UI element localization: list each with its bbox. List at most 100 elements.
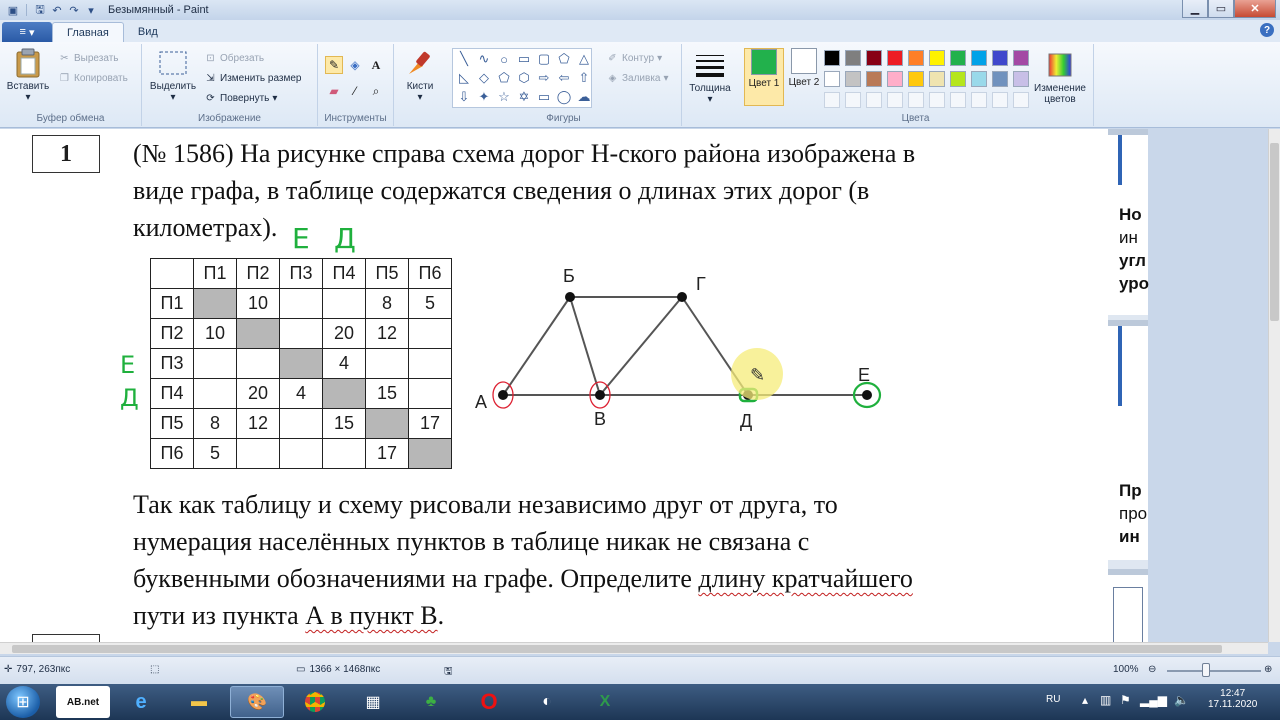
custom-color-slot[interactable] xyxy=(992,92,1008,108)
scroll-thumb[interactable] xyxy=(1270,143,1279,321)
excel-app[interactable]: X xyxy=(578,686,632,718)
palette-swatch[interactable] xyxy=(929,71,945,87)
callout-cloud-shape-icon[interactable]: ☁ xyxy=(574,88,594,106)
zoom-slider-thumb[interactable] xyxy=(1202,663,1211,677)
pencil-icon[interactable]: ✎ xyxy=(325,56,343,74)
brushes-button[interactable]: Кисти ▾ xyxy=(398,48,442,103)
maximize-button[interactable]: ▭ xyxy=(1208,0,1234,18)
undo-icon[interactable]: ↶ xyxy=(50,3,64,17)
fill-icon[interactable]: ◈ xyxy=(346,56,364,74)
rounded-rectangle-shape-icon[interactable]: ▢ xyxy=(534,50,554,68)
triangle-shape-icon[interactable]: △ xyxy=(574,50,594,68)
select-button[interactable]: Выделить ▾ xyxy=(148,48,198,103)
palette-swatch[interactable] xyxy=(992,50,1008,66)
star6-shape-icon[interactable]: ✡ xyxy=(514,88,534,106)
magnifier-icon[interactable]: ⌕ xyxy=(367,82,385,100)
size-button[interactable]: Толщина ▾ xyxy=(686,50,734,105)
clock[interactable]: 12:47 17.11.2020 xyxy=(1208,688,1257,710)
game-app[interactable]: ♣ xyxy=(404,686,458,718)
arrow-right-shape-icon[interactable]: ⇨ xyxy=(534,69,554,87)
resize-button[interactable]: ⇲ Изменить размер xyxy=(204,72,301,85)
minimize-button[interactable]: ▁ xyxy=(1182,0,1208,18)
scroll-thumb[interactable] xyxy=(12,645,1222,653)
opera-app[interactable]: O xyxy=(462,686,516,718)
paint-app[interactable]: 🎨 xyxy=(230,686,284,718)
calculator-app[interactable]: ▦ xyxy=(346,686,400,718)
palette-swatch[interactable] xyxy=(929,50,945,66)
canvas-page[interactable]: 1 (№ 1586) На рисунке справа схема дорог… xyxy=(0,129,1108,642)
canvas-area[interactable]: 1 (№ 1586) На рисунке справа схема дорог… xyxy=(0,129,1268,642)
start-button[interactable]: ⊞ xyxy=(6,686,40,718)
arrow-down-shape-icon[interactable]: ⇩ xyxy=(454,88,474,106)
palette-swatch[interactable] xyxy=(845,50,861,66)
palette-swatch[interactable] xyxy=(971,71,987,87)
palette-swatch[interactable] xyxy=(824,50,840,66)
custom-color-slot[interactable] xyxy=(1013,92,1029,108)
callout-oval-shape-icon[interactable]: ◯ xyxy=(554,88,574,106)
save-icon[interactable]: 🖫 xyxy=(33,3,47,17)
outline-button[interactable]: ✐ Контур ▾ xyxy=(606,52,662,65)
palette-swatch[interactable] xyxy=(866,71,882,87)
palette-swatch[interactable] xyxy=(824,71,840,87)
palette-swatch[interactable] xyxy=(887,71,903,87)
palette-swatch[interactable] xyxy=(908,50,924,66)
callout-rect-shape-icon[interactable]: ▭ xyxy=(534,88,554,106)
zoom-slider-track[interactable] xyxy=(1167,670,1261,672)
star5-shape-icon[interactable]: ☆ xyxy=(494,88,514,106)
eraser-icon[interactable]: ▰ xyxy=(325,82,343,100)
paint-menu-button[interactable]: ≡ ▾ xyxy=(2,22,52,42)
rectangle-shape-icon[interactable]: ▭ xyxy=(514,50,534,68)
rotate-button[interactable]: ⟳ Повернуть ▾ xyxy=(204,92,277,105)
right-triangle-shape-icon[interactable]: ◺ xyxy=(454,69,474,87)
paint-app-icon[interactable]: ▣ xyxy=(6,3,20,17)
vertical-scrollbar[interactable] xyxy=(1268,129,1280,642)
text-tool-icon[interactable]: A xyxy=(367,56,385,74)
arrow-left-shape-icon[interactable]: ⇦ xyxy=(554,69,574,87)
zoom-out-button[interactable]: ⊖ xyxy=(1148,664,1156,675)
oval-shape-icon[interactable]: ○ xyxy=(494,50,514,68)
pentagon-shape-icon[interactable]: ⬠ xyxy=(494,69,514,87)
palette-swatch[interactable] xyxy=(950,50,966,66)
custom-color-slot[interactable] xyxy=(845,92,861,108)
copy-button[interactable]: ❐ Копировать xyxy=(58,72,128,85)
signal-icon[interactable]: ▂▄▆ xyxy=(1140,693,1167,707)
arrow-up-shape-icon[interactable]: ⇧ xyxy=(574,69,594,87)
edit-colors-button[interactable]: Изменение цветов xyxy=(1028,50,1092,105)
crop-button[interactable]: ⊡ Обрезать xyxy=(204,52,264,65)
curve-shape-icon[interactable]: ∿ xyxy=(474,50,494,68)
custom-color-slot[interactable] xyxy=(866,92,882,108)
ie-app[interactable]: e xyxy=(114,686,168,718)
color-picker-icon[interactable]: ⁄ xyxy=(346,82,364,100)
diamond-shape-icon[interactable]: ◇ xyxy=(474,69,494,87)
show-hidden-icons[interactable]: ▴ xyxy=(1082,693,1088,707)
language-indicator[interactable]: RU xyxy=(1046,694,1060,705)
color2-button[interactable]: Цвет 2 xyxy=(784,48,824,106)
customize-qat-icon[interactable]: ▾ xyxy=(84,3,98,17)
palette-swatch[interactable] xyxy=(992,71,1008,87)
palette-swatch[interactable] xyxy=(971,50,987,66)
hexagon-shape-icon[interactable]: ⬡ xyxy=(514,69,534,87)
polygon-shape-icon[interactable]: ⬠ xyxy=(554,50,574,68)
close-button[interactable]: ✕ xyxy=(1234,0,1276,18)
cut-button[interactable]: ✂ Вырезать xyxy=(58,52,118,65)
color1-button[interactable]: Цвет 1 xyxy=(744,48,784,106)
palette-swatch[interactable] xyxy=(908,71,924,87)
star4-shape-icon[interactable]: ✦ xyxy=(474,88,494,106)
pascal-app[interactable]: ◐ xyxy=(520,686,574,718)
paste-button[interactable]: Вставить ▾ xyxy=(6,48,50,103)
explorer-app[interactable]: ▬ xyxy=(172,686,226,718)
palette-swatch[interactable] xyxy=(1013,50,1029,66)
network-icon[interactable]: ▥ xyxy=(1100,693,1111,707)
redo-icon[interactable]: ↷ xyxy=(67,3,81,17)
volume-icon[interactable]: 🔈 xyxy=(1174,693,1189,707)
help-icon[interactable]: ? xyxy=(1260,23,1274,37)
palette-swatch[interactable] xyxy=(887,50,903,66)
line-shape-icon[interactable]: ╲ xyxy=(454,50,474,68)
palette-swatch[interactable] xyxy=(866,50,882,66)
palette-swatch[interactable] xyxy=(950,71,966,87)
palette-swatch[interactable] xyxy=(845,71,861,87)
chrome-app[interactable] xyxy=(288,686,342,718)
custom-color-slot[interactable] xyxy=(950,92,966,108)
custom-color-slot[interactable] xyxy=(824,92,840,108)
custom-color-slot[interactable] xyxy=(929,92,945,108)
